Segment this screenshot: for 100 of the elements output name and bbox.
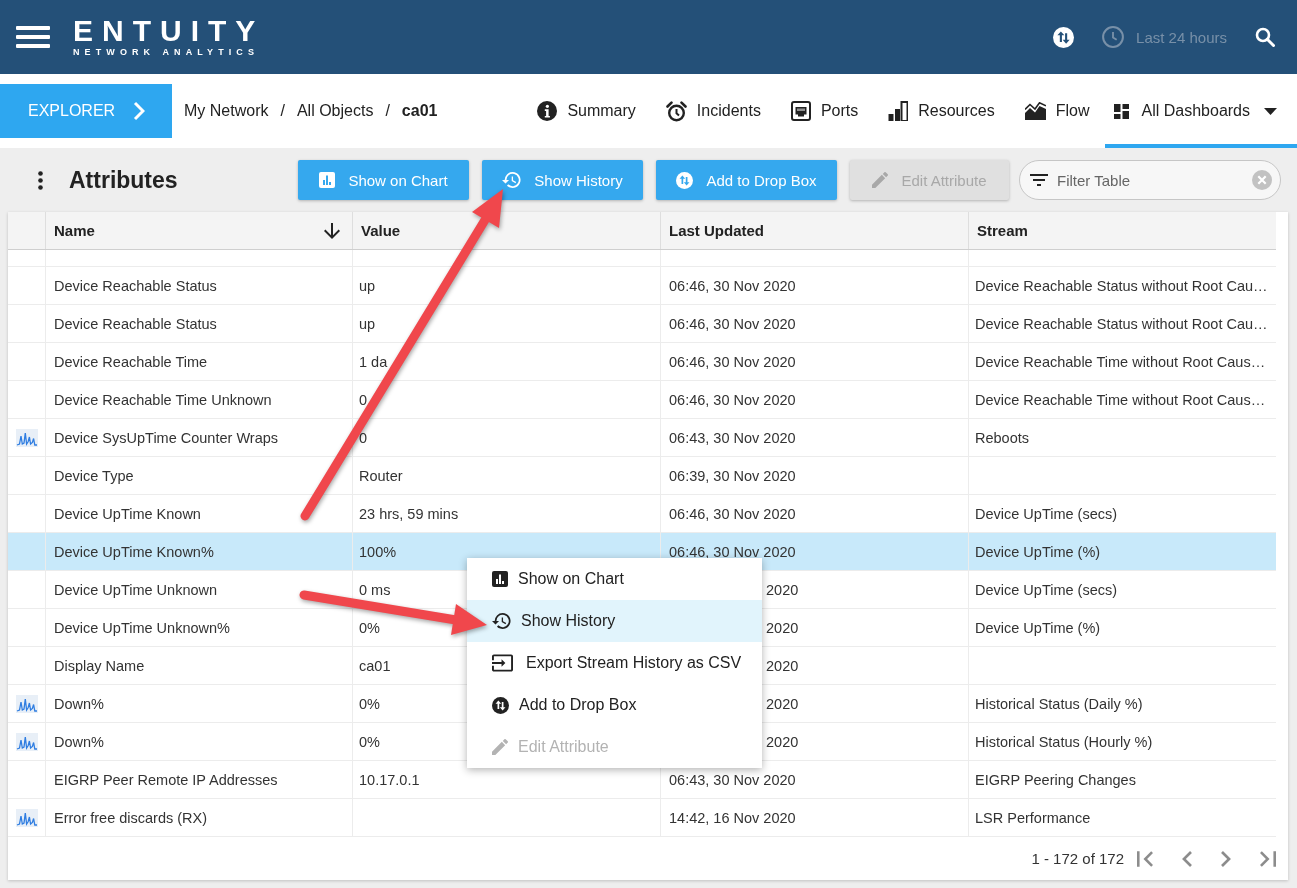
history-icon <box>492 613 511 629</box>
breadcrumb-item[interactable]: My Network <box>184 102 269 120</box>
export-icon <box>492 654 513 672</box>
column-header[interactable]: Name <box>45 212 352 249</box>
logo-subtitle: NETWORK ANALYTICS <box>73 46 261 57</box>
breadcrumb-separator: / <box>280 102 285 120</box>
table-row[interactable]: Device Reachable Status up 06:46, 30 Nov 2020 Device Reachable Status without Root Cau… <box>8 305 1276 343</box>
attribute-name: Device Reachable Time <box>54 353 208 370</box>
dashboard-icon <box>1113 103 1129 119</box>
breadcrumb-item[interactable]: All Objects <box>296 102 374 120</box>
last-updated-time: 06:46, 30 Nov 2020 <box>669 505 796 522</box>
sparkline-icon[interactable] <box>15 428 38 447</box>
sparkline-icon[interactable] <box>15 694 38 713</box>
attribute-name: Down% <box>54 733 104 750</box>
column-header[interactable]: Stream <box>968 212 1276 249</box>
attribute-name: Device Type <box>54 467 134 484</box>
nav-tab[interactable]: Summary <box>522 74 651 148</box>
table-row[interactable]: Error free discards (RX) 14:42, 16 Nov 2020 LSR Performance <box>8 799 1276 837</box>
table-row[interactable]: Device SysUpTime Counter Wraps 0 06:43, 30 Nov 2020 Reboots <box>8 419 1276 457</box>
attribute-name: EIGRP Peer Remote IP Addresses <box>54 771 278 788</box>
area-chart-icon <box>1024 102 1046 120</box>
search-icon[interactable] <box>1255 27 1275 47</box>
attribute-value: 0 <box>359 429 368 446</box>
attribute-value: 0% <box>359 733 380 750</box>
attribute-name: Device UpTime Unknown% <box>54 619 230 636</box>
caret-icon <box>1264 107 1277 115</box>
attribute-value: up <box>359 277 376 294</box>
stream-name: Device Reachable Time without Root Caus… <box>975 353 1266 370</box>
stream-name: Device UpTime (secs) <box>975 505 1118 522</box>
attribute-value: 23 hrs, 59 mins <box>359 505 459 522</box>
filter-icon <box>1030 174 1048 186</box>
menu-icon[interactable] <box>16 26 50 48</box>
last-updated-time: 2020 <box>766 657 799 674</box>
info-icon <box>537 101 558 121</box>
table-row[interactable]: Device UpTime Known% 100% 06:46, 30 Nov 2020 Device UpTime (%) <box>8 533 1276 571</box>
stream-name: Reboots <box>975 429 1029 446</box>
attribute-value: 0 ms <box>359 581 391 598</box>
last-updated-time: 06:43, 30 Nov 2020 <box>669 771 796 788</box>
nav-tab[interactable]: Resources <box>873 74 1010 148</box>
attribute-name: Device UpTime Known <box>54 505 201 522</box>
attribute-value: 0% <box>359 619 380 636</box>
bar-chart-icon <box>319 172 336 188</box>
up-down-arrows-icon[interactable] <box>1053 26 1075 48</box>
table-row[interactable]: Device Reachable Time 1 da 06:46, 30 Nov 2020 Device Reachable Time without Root Caus… <box>8 343 1276 381</box>
attribute-name: Display Name <box>54 657 145 674</box>
up-down-arrows-icon <box>676 171 694 189</box>
filter-field[interactable]: Filter Table <box>1019 160 1281 200</box>
nav-tab[interactable]: Ports <box>775 74 874 148</box>
attribute-value: ca01 <box>359 657 391 674</box>
clock-icon <box>1102 26 1125 48</box>
table-row[interactable]: Device Reachable Time Unknown 0 06:46, 30 Nov 2020 Device Reachable Time without Root Caus… <box>8 381 1276 419</box>
more-options-icon[interactable] <box>38 170 43 190</box>
attribute-value: 10.17.0.1 <box>359 771 420 788</box>
page-title: Attributes <box>69 166 178 194</box>
attribute-name: Error free discards (RX) <box>54 809 208 826</box>
last-updated-time: 06:46, 30 Nov 2020 <box>669 391 796 408</box>
last-updated-time: 2020 <box>766 581 799 598</box>
logo-title: ENTUITY <box>73 17 265 44</box>
last-updated-time: 2020 <box>766 695 799 712</box>
pencil-icon <box>872 172 889 188</box>
column-header[interactable]: Last Updated <box>660 212 968 249</box>
stream-name: Device Reachable Status without Root Cau… <box>975 277 1268 294</box>
stream-name: Historical Status (Daily %) <box>975 695 1143 712</box>
breadcrumb-item: ca01 <box>401 102 438 120</box>
history-icon <box>502 172 522 188</box>
attribute-value: 0% <box>359 695 380 712</box>
nav-tab[interactable]: Incidents <box>650 74 776 148</box>
pagination-range: 1 - 172 of 172 <box>1031 850 1124 867</box>
stream-name: Device Reachable Status without Root Cau… <box>975 315 1268 332</box>
menu-item[interactable]: Show History <box>467 600 762 642</box>
stream-name: LSR Performance <box>975 809 1091 826</box>
attribute-name: Device SysUpTime Counter Wraps <box>54 429 278 446</box>
up-down-arrows-icon <box>492 696 509 714</box>
menu-item[interactable]: Add to Drop Box <box>467 684 762 726</box>
last-updated-time: 2020 <box>766 619 799 636</box>
stream-name: Device Reachable Time without Root Caus… <box>975 391 1266 408</box>
attribute-value: Router <box>359 467 403 484</box>
attribute-name: Device Reachable Status <box>54 315 217 332</box>
last-updated-time: 06:46, 30 Nov 2020 <box>669 543 796 560</box>
last-updated-time: 06:39, 30 Nov 2020 <box>669 467 796 484</box>
chevron-right-icon <box>133 101 146 121</box>
sparkline-icon[interactable] <box>15 808 38 827</box>
attribute-name: Device UpTime Known% <box>54 543 214 560</box>
alarm-clock-icon <box>665 100 687 122</box>
attribute-name: Device Reachable Time Unknown <box>54 391 272 408</box>
nav-tab[interactable]: Flow <box>1009 74 1105 148</box>
attribute-name: Device Reachable Status <box>54 277 217 294</box>
last-updated-time: 2020 <box>766 733 799 750</box>
table-row[interactable]: Device Type Router 06:39, 30 Nov 2020 <box>8 457 1276 495</box>
last-updated-time: 06:46, 30 Nov 2020 <box>669 353 796 370</box>
attribute-value: up <box>359 315 376 332</box>
stream-name: Device UpTime (secs) <box>975 581 1118 598</box>
attribute-value: 1 da <box>359 353 388 370</box>
sparkline-icon[interactable] <box>15 732 38 751</box>
breadcrumb-separator: / <box>385 102 390 120</box>
port-icon <box>790 101 811 121</box>
table-row[interactable]: Device Reachable Status up 06:46, 30 Nov 2020 Device Reachable Status without Root Cau… <box>8 267 1276 305</box>
bar-chart-icon <box>492 571 508 587</box>
nav-tab[interactable]: All Dashboards <box>1104 74 1297 148</box>
stream-name: Device UpTime (%) <box>975 619 1101 636</box>
